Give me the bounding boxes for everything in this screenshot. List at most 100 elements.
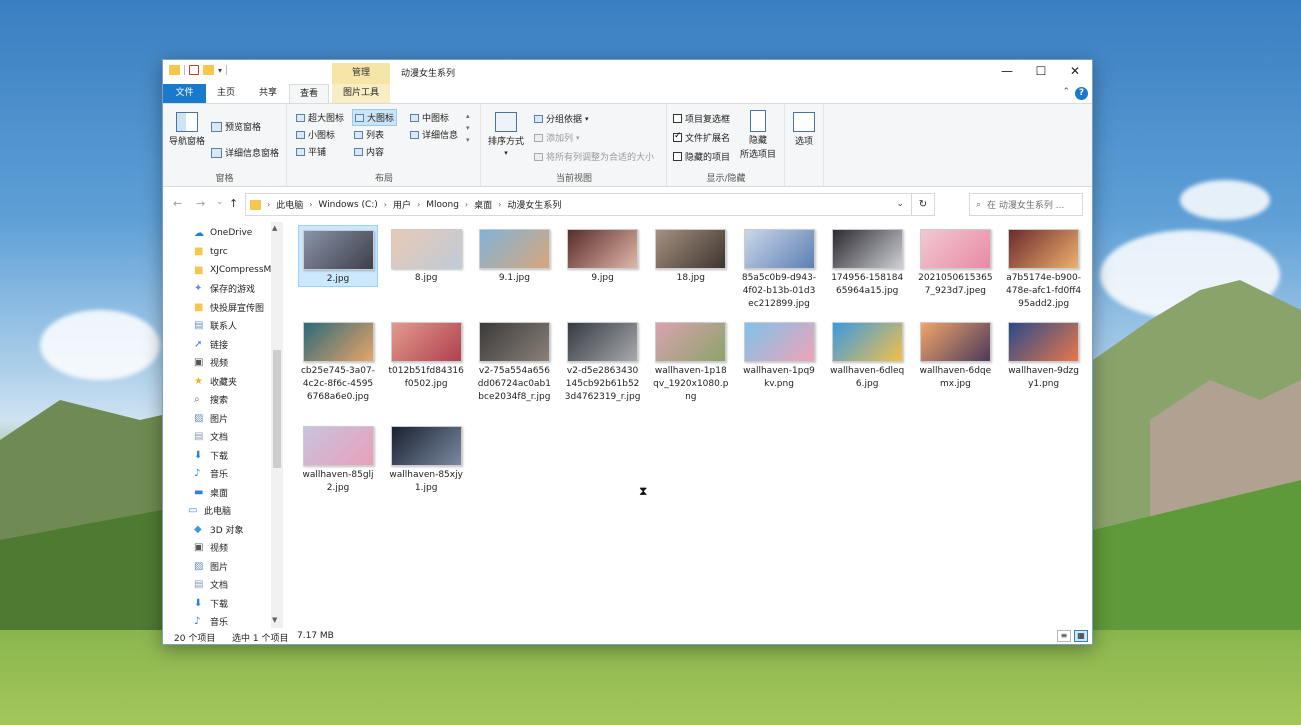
chevron-right-icon[interactable]: › — [384, 200, 387, 209]
nav-item[interactable]: ▤ 文档 — [194, 428, 228, 446]
file-item[interactable]: 2.jpg — [298, 225, 378, 287]
layout-list[interactable]: 列表 — [354, 128, 384, 141]
forward-button[interactable]: → — [196, 197, 205, 210]
item-checkboxes-checkbox[interactable] — [673, 114, 682, 123]
chevron-right-icon[interactable]: › — [417, 200, 420, 209]
refresh-button[interactable]: ↻ — [911, 194, 934, 215]
nav-item[interactable]: ⬇ 下载 — [194, 594, 228, 612]
chevron-right-icon[interactable]: › — [267, 200, 270, 209]
hidden-items-toggle[interactable]: 隐藏的项目 — [673, 150, 730, 163]
chevron-right-icon[interactable]: › — [309, 200, 312, 209]
details-pane-button[interactable]: 详细信息窗格 — [211, 146, 279, 159]
address-dropdown-icon[interactable]: ⌄ — [896, 199, 904, 209]
scroll-up-icon[interactable]: ▲ — [272, 224, 277, 232]
file-item[interactable]: 20210506153657_923d7.jpeg — [915, 225, 995, 298]
file-item[interactable]: t012b51fd84316f0502.jpg — [386, 318, 466, 391]
tab-share[interactable]: 共享 — [249, 84, 287, 103]
layout-small-icons[interactable]: 小图标 — [296, 128, 335, 141]
file-item[interactable]: 18.jpg — [651, 225, 731, 285]
nav-item[interactable]: ▣ 视频 — [194, 539, 228, 557]
nav-item[interactable]: ▨ 图片 — [194, 557, 228, 575]
file-item[interactable]: 8.jpg — [386, 225, 466, 285]
layout-content[interactable]: 内容 — [354, 145, 384, 158]
tab-home[interactable]: 主页 — [207, 84, 245, 103]
nav-scrollbar[interactable]: ▲ ▼ — [271, 222, 283, 628]
collapse-ribbon-icon[interactable]: ⌃ — [1062, 87, 1070, 97]
file-item[interactable]: wallhaven-1p18qv_1920x1080.png — [651, 318, 731, 404]
nav-item[interactable]: ▤ 文档 — [194, 576, 228, 594]
nav-item[interactable]: ◆ 3D 对象 — [194, 520, 244, 538]
nav-item[interactable]: ▬ 桌面 — [194, 483, 228, 501]
file-item[interactable]: a7b5174e-b900-478e-afc1-fd0ff495add2.jpg — [1004, 225, 1084, 311]
properties-icon[interactable] — [189, 65, 199, 75]
nav-item[interactable]: ☁ OneDrive — [194, 224, 252, 242]
file-item[interactable]: 174956-15818465964a15.jpg — [827, 225, 907, 298]
breadcrumb-item[interactable]: 动漫女生系列 — [507, 198, 561, 211]
breadcrumb-item[interactable]: Windows (C:) — [318, 200, 377, 210]
file-item[interactable]: wallhaven-9dzgy1.png — [1004, 318, 1084, 391]
maximize-button[interactable]: ☐ — [1024, 60, 1058, 84]
file-extensions-checkbox[interactable] — [673, 131, 682, 142]
file-item[interactable]: wallhaven-85glj2.jpg — [298, 422, 378, 495]
preview-pane-button[interactable]: 预览窗格 — [211, 120, 261, 133]
breadcrumb-item[interactable]: Mloong — [426, 200, 459, 210]
add-columns-button[interactable]: 添加列 ▾ — [534, 131, 580, 144]
nav-item[interactable]: ♪ 音乐 — [194, 465, 228, 483]
breadcrumb-item[interactable]: 桌面 — [474, 198, 492, 211]
nav-item[interactable]: ✦ 保存的游戏 — [194, 280, 255, 298]
sort-by-button[interactable]: 排序方式 ▾ — [488, 112, 524, 157]
nav-item[interactable]: ⬇ 下载 — [194, 446, 228, 464]
back-button[interactable]: ← — [173, 197, 182, 210]
tab-file[interactable]: 文件 — [163, 84, 206, 103]
scroll-thumb[interactable] — [273, 350, 281, 468]
file-item[interactable]: wallhaven-6dleq6.jpg — [827, 318, 907, 391]
hidden-items-checkbox[interactable] — [673, 152, 682, 161]
help-icon[interactable]: ? — [1075, 87, 1088, 100]
close-button[interactable]: ✕ — [1058, 60, 1092, 84]
layout-medium-icons[interactable]: 中图标 — [410, 111, 449, 124]
file-item[interactable]: wallhaven-85xjy1.jpg — [386, 422, 466, 495]
file-item[interactable]: wallhaven-1pq9kv.png — [739, 318, 819, 391]
chevron-right-icon[interactable]: › — [498, 200, 501, 209]
search-box[interactable]: ⌕ 在 动漫女生系列 ... — [969, 193, 1083, 216]
nav-item[interactable]: ■ 快投屏宣传图 — [194, 298, 264, 316]
nav-item[interactable]: ▣ 视频 — [194, 354, 228, 372]
new-folder-icon[interactable] — [203, 65, 214, 75]
nav-item[interactable]: ➚ 链接 — [194, 335, 228, 353]
group-by-button[interactable]: 分组依据 ▾ — [534, 112, 589, 125]
details-view-button[interactable]: ≡ — [1057, 630, 1071, 642]
file-item[interactable]: 9.1.jpg — [474, 225, 554, 285]
options-button[interactable]: 选项 — [793, 112, 815, 147]
file-extensions-toggle[interactable]: 文件扩展名 — [673, 131, 730, 144]
hide-selected-button[interactable]: 隐藏 所选项目 — [740, 110, 776, 160]
file-item[interactable]: 9.jpg — [563, 225, 643, 285]
file-item[interactable]: wallhaven-6dqemx.jpg — [915, 318, 995, 391]
file-item[interactable]: 85a5c0b9-d943-4f02-b13b-01d3ec212899.jpg — [739, 225, 819, 311]
scroll-down-icon[interactable]: ▼ — [272, 616, 277, 624]
nav-pane-button[interactable]: 导航窗格 — [169, 112, 205, 147]
file-item[interactable]: cb25e745-3a07-4c2c-8f6c-45956768a6e0.jpg — [298, 318, 378, 404]
recent-locations-button[interactable]: ⌄ — [216, 197, 224, 207]
tab-view[interactable]: 查看 — [289, 84, 329, 103]
minimize-button[interactable]: — — [990, 60, 1024, 84]
layout-scroll-arrows[interactable]: ▴ ▾ ▾ — [466, 110, 470, 146]
address-bar[interactable]: › 此电脑 › Windows (C:) › 用户 › Mloong › 桌面 … — [245, 193, 935, 216]
large-icons-view-button[interactable]: ▦ — [1074, 630, 1088, 642]
folder-icon[interactable] — [169, 65, 180, 75]
layout-tiles[interactable]: 平铺 — [296, 145, 326, 158]
layout-details[interactable]: 详细信息 — [410, 128, 458, 141]
breadcrumb-item[interactable]: 此电脑 — [276, 198, 303, 211]
up-button[interactable]: ↑ — [229, 197, 238, 210]
nav-item[interactable]: ★ 收藏夹 — [194, 372, 237, 390]
breadcrumb-item[interactable]: 用户 — [393, 198, 411, 211]
item-checkboxes-toggle[interactable]: 项目复选框 — [673, 112, 730, 125]
file-item[interactable]: v2-d5e2863430145cb92b61b523d4762319_r.jp… — [563, 318, 643, 404]
chevron-right-icon[interactable]: › — [465, 200, 468, 209]
file-item[interactable]: v2-75a554a656dd06724ac0ab1bce2034f8_r.jp… — [474, 318, 554, 404]
nav-item[interactable]: ▭ 此电脑 — [188, 502, 231, 520]
customize-toolbar-dropdown[interactable]: ▾ — [218, 66, 222, 75]
tab-picture-tools[interactable]: 图片工具 — [332, 84, 390, 103]
nav-item[interactable]: ▨ 图片 — [194, 409, 228, 427]
layout-large-icons[interactable]: 大图标 — [352, 109, 398, 126]
nav-item[interactable]: ⌕ 搜索 — [194, 391, 228, 409]
